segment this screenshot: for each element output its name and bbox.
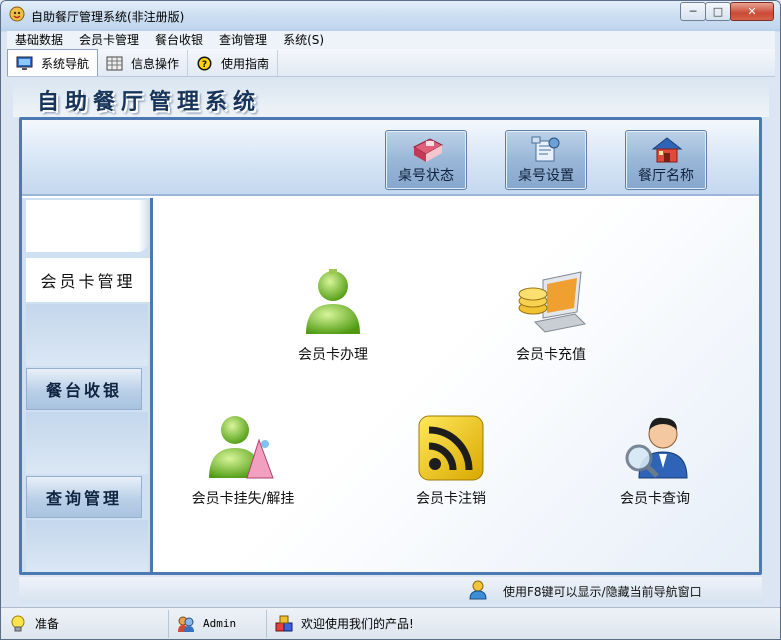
svg-text:?: ? — [202, 60, 207, 70]
toolbar: 系统导航 信息操作 ? 使用指南 — [7, 49, 775, 77]
nav-spacer-1 — [26, 304, 148, 366]
func-card-cancel-label: 会员卡注销 — [416, 491, 486, 507]
restaurant-name-icon — [651, 137, 683, 163]
users-icon — [178, 616, 194, 632]
func-card-issue[interactable]: 会员卡办理 — [263, 268, 403, 364]
status-welcome: 欢迎使用我们的产品! — [267, 610, 567, 638]
func-card-query-label: 会员卡查询 — [620, 491, 690, 507]
table-settings-label: 桌号设置 — [518, 168, 574, 184]
boxes-icon — [275, 615, 293, 631]
func-card-recharge[interactable]: 会员卡充值 — [481, 268, 621, 364]
menu-checkout[interactable]: 餐台收银 — [147, 31, 211, 49]
help-icon: ? — [197, 56, 212, 70]
left-navigation: 会员卡管理 餐台收银 查询管理 — [22, 198, 150, 572]
status-ready-text: 准备 — [35, 617, 60, 631]
func-card-loss-report-label: 会员卡挂失/解挂 — [191, 491, 295, 507]
table-status-icon — [412, 138, 444, 162]
lightbulb-icon — [11, 615, 25, 631]
status-bar: 准备 Admin 欢迎使用我们的产品! — [1, 607, 780, 639]
status-welcome-text: 欢迎使用我们的产品! — [301, 617, 414, 631]
menu-query[interactable]: 查询管理 — [211, 31, 275, 49]
tab-system-navigation[interactable]: 系统导航 — [7, 49, 99, 76]
nav-spacer-2 — [26, 412, 148, 474]
main-panel: 桌号状态 桌号设置 餐厅名称 会员卡管理 餐台收银 查询管理 会员卡办理 会员卡… — [19, 117, 762, 575]
nav-query[interactable]: 查询管理 — [26, 476, 142, 518]
table-settings-icon — [531, 136, 560, 162]
restaurant-name-button[interactable]: 餐厅名称 — [625, 130, 707, 190]
maximize-button[interactable]: □ — [705, 2, 731, 21]
grid-icon — [106, 56, 123, 70]
func-card-recharge-label: 会员卡充值 — [516, 347, 586, 363]
status-user: Admin — [169, 609, 267, 638]
nav-checkout[interactable]: 餐台收银 — [26, 368, 142, 410]
user-hint-icon — [469, 580, 487, 600]
func-card-query[interactable]: 会员卡查询 — [585, 412, 725, 508]
table-settings-button[interactable]: 桌号设置 — [505, 130, 587, 190]
app-window: 自助餐厅管理系统(非注册版) ─ □ ✕ 基础数据 会员卡管理 餐台收银 查询管… — [0, 0, 781, 640]
tab-info-operation[interactable]: 信息操作 — [98, 50, 189, 76]
tab-system-navigation-label: 系统导航 — [41, 56, 90, 71]
table-status-button[interactable]: 桌号状态 — [385, 130, 467, 190]
title-bar: 自助餐厅管理系统(非注册版) ─ □ ✕ — [1, 1, 780, 29]
close-button[interactable]: ✕ — [730, 2, 774, 21]
function-panel: 会员卡办理 会员卡充值 会员卡挂失/解挂 会员卡注销 会员卡查询 — [150, 198, 759, 572]
green-user-icon — [306, 269, 360, 334]
menu-system[interactable]: 系统(S) — [275, 31, 332, 49]
app-icon — [9, 6, 25, 22]
tab-info-operation-label: 信息操作 — [131, 56, 180, 71]
user-search-icon — [625, 417, 688, 479]
minimize-icon: ─ — [689, 5, 697, 18]
top-button-strip: 桌号状态 桌号设置 餐厅名称 — [22, 120, 759, 196]
func-card-loss-report[interactable]: 会员卡挂失/解挂 — [173, 412, 313, 508]
window-title: 自助餐厅管理系统(非注册版) — [31, 10, 185, 24]
coins-laptop-icon — [518, 271, 587, 333]
hint-bar: 使用F8键可以显示/隐藏当前导航窗口 — [19, 577, 762, 603]
status-ready: 准备 — [1, 609, 169, 638]
func-card-issue-label: 会员卡办理 — [298, 347, 368, 363]
nav-spacer-3 — [26, 520, 148, 572]
menu-bar: 基础数据 会员卡管理 餐台收银 查询管理 系统(S) — [7, 31, 775, 49]
restaurant-name-label: 餐厅名称 — [638, 168, 694, 184]
maximize-icon: □ — [712, 5, 724, 18]
table-status-label: 桌号状态 — [398, 168, 454, 184]
rss-icon — [418, 415, 484, 481]
tab-user-guide[interactable]: ? 使用指南 — [188, 50, 279, 76]
status-user-text: Admin — [203, 617, 237, 630]
func-card-cancel[interactable]: 会员卡注销 — [381, 412, 521, 508]
menu-member-card[interactable]: 会员卡管理 — [71, 31, 147, 49]
monitor-icon — [16, 56, 33, 70]
tab-user-guide-label: 使用指南 — [221, 56, 270, 71]
system-title: 自助餐厅管理系统 — [37, 89, 262, 115]
minimize-button[interactable]: ─ — [680, 2, 706, 21]
user-cone-icon — [209, 416, 274, 479]
header-banner: 自助餐厅管理系统 — [13, 81, 769, 117]
hint-text: 使用F8键可以显示/隐藏当前导航窗口 — [503, 585, 702, 599]
close-icon: ✕ — [747, 5, 757, 18]
menu-basic-data[interactable]: 基础数据 — [7, 31, 71, 49]
nav-member-card[interactable]: 会员卡管理 — [26, 258, 150, 302]
nav-blank-top — [26, 200, 148, 252]
window-controls: ─ □ ✕ — [680, 2, 774, 21]
